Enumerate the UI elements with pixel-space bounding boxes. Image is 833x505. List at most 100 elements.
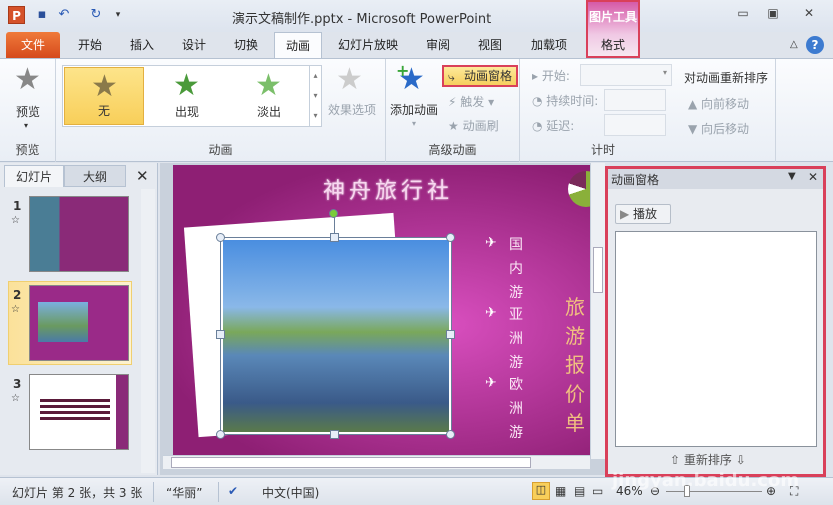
duration-text: 持续时间: bbox=[546, 94, 599, 108]
resize-handle[interactable] bbox=[216, 233, 225, 242]
animation-label: 出现 bbox=[174, 105, 199, 119]
tab-design[interactable]: 设计 bbox=[174, 32, 214, 58]
ribbon-tabs: 文件 开始 插入 设计 切换 动画 幻灯片放映 审阅 视图 加载项 格式 △ ? bbox=[0, 32, 833, 58]
move-down-icon[interactable]: ⇩ bbox=[732, 453, 746, 467]
undo-icon[interactable]: ↶ bbox=[56, 7, 72, 23]
preview-icon: ★ bbox=[14, 62, 41, 97]
move-later-label: 向后移动 bbox=[701, 122, 750, 136]
preview-button[interactable]: 预览 bbox=[16, 103, 40, 120]
animation-appear[interactable]: ★ 出现 bbox=[147, 67, 227, 125]
bullet-text: 国内游 bbox=[509, 237, 523, 301]
close-button[interactable]: ✕ bbox=[796, 6, 822, 24]
group-label: 动画 bbox=[208, 143, 233, 157]
gallery-scroll[interactable]: ▴ ▾ ▾ bbox=[309, 66, 321, 126]
tab-outline[interactable]: 大纲 bbox=[64, 165, 126, 187]
play-button[interactable]: ▶ 播放 bbox=[615, 204, 671, 224]
group-animation: ★ 无 ★ 出现 ★ 淡出 ▴ ▾ ▾ ★ 效果选项 动画 bbox=[56, 59, 386, 162]
resize-handle[interactable] bbox=[330, 233, 339, 242]
tab-insert[interactable]: 插入 bbox=[122, 32, 162, 58]
slide-number: 3 bbox=[13, 377, 22, 391]
star-icon: ★ bbox=[255, 68, 282, 103]
resize-handle[interactable] bbox=[330, 430, 339, 439]
slide-thumbnail-1[interactable] bbox=[29, 196, 129, 272]
side-title: 旅游报价单 bbox=[565, 295, 585, 435]
tab-file[interactable]: 文件 bbox=[6, 32, 60, 58]
rotate-handle[interactable] bbox=[329, 209, 338, 218]
zoom-slider[interactable] bbox=[666, 491, 762, 492]
tab-format[interactable]: 格式 bbox=[592, 32, 634, 58]
horizontal-scrollbar[interactable] bbox=[163, 455, 590, 469]
pane-menu-icon[interactable]: ▼ bbox=[788, 171, 796, 182]
spell-check-icon[interactable]: ✔ bbox=[228, 484, 238, 498]
move-earlier-button[interactable]: ▲ 向前移动 bbox=[688, 95, 749, 112]
resize-handle[interactable] bbox=[446, 330, 455, 339]
customize-qat-icon[interactable]: ▾ bbox=[110, 7, 126, 23]
delay-text: 延迟: bbox=[546, 119, 575, 133]
title-bar: P ▪ ↶ ↻ ▾ 演示文稿制作.pptx - Microsoft PowerP… bbox=[0, 0, 833, 32]
close-pane-icon[interactable]: ✕ bbox=[808, 170, 818, 184]
tab-view[interactable]: 视图 bbox=[470, 32, 510, 58]
resize-handle[interactable] bbox=[216, 430, 225, 439]
app-icon: P bbox=[8, 6, 25, 24]
language[interactable]: 中文(中国) bbox=[262, 484, 319, 501]
duration-input[interactable] bbox=[604, 89, 666, 111]
add-animation-button[interactable]: 添加动画 bbox=[390, 101, 438, 118]
tab-home[interactable]: 开始 bbox=[70, 32, 110, 58]
slideshow-icon[interactable]: ▭ bbox=[592, 484, 603, 498]
start-select[interactable]: ▾ bbox=[580, 64, 672, 86]
chevron-down-icon[interactable]: ▾ bbox=[412, 119, 416, 128]
play-icon: ▶ bbox=[620, 207, 634, 221]
minimize-button[interactable]: ▭ bbox=[730, 6, 756, 24]
group-preview: ★ 预览 ▾ 预览 bbox=[0, 59, 56, 162]
maximize-button[interactable]: ▣ bbox=[760, 6, 786, 24]
animation-none[interactable]: ★ 无 bbox=[64, 67, 144, 125]
move-later-button[interactable]: ▼ 向后移动 bbox=[688, 120, 749, 137]
redo-icon[interactable]: ↻ bbox=[88, 7, 104, 23]
collapse-ribbon-icon[interactable]: △ bbox=[790, 39, 798, 50]
close-panel-icon[interactable]: ✕ bbox=[136, 167, 149, 185]
plus-icon: + bbox=[396, 61, 410, 80]
animation-painter-button[interactable]: ★ 动画刷 bbox=[448, 117, 499, 134]
reorder-label: 重新排序 bbox=[683, 453, 732, 467]
window-title: 演示文稿制作.pptx - Microsoft PowerPoint bbox=[232, 12, 492, 27]
bullet-text: 亚洲游 bbox=[509, 307, 523, 371]
effect-options-button[interactable]: 效果选项 bbox=[328, 101, 376, 118]
normal-view-icon[interactable]: ◫ bbox=[532, 482, 550, 500]
context-group-label: 图片工具 bbox=[588, 10, 637, 24]
tab-transitions[interactable]: 切换 bbox=[226, 32, 266, 58]
trigger-button[interactable]: ⚡ 触发 ▾ bbox=[448, 93, 494, 110]
resize-handle[interactable] bbox=[446, 430, 455, 439]
resize-handle[interactable] bbox=[446, 233, 455, 242]
chevron-down-icon[interactable]: ▾ bbox=[24, 121, 28, 130]
tab-review[interactable]: 审阅 bbox=[418, 32, 458, 58]
reading-view-icon[interactable]: ▤ bbox=[574, 484, 585, 498]
slide-number: 2 bbox=[13, 288, 22, 302]
plane-icon: ✈ bbox=[485, 375, 497, 391]
tab-slideshow[interactable]: 幻灯片放映 bbox=[332, 32, 404, 58]
help-icon[interactable]: ? bbox=[806, 36, 824, 54]
duration-label: ◔ 持续时间: bbox=[532, 94, 599, 108]
slide-canvas: 神舟旅行社 ✈ ✈ ✈ 国内游 亚洲游 欧洲游 旅游报价单 bbox=[173, 165, 604, 455]
reorder-control[interactable]: ⇧ 重新排序 ⇩ bbox=[670, 451, 746, 468]
resize-handle[interactable] bbox=[216, 330, 225, 339]
animation-star-icon: ☆ bbox=[11, 304, 20, 315]
delay-label: ◔ 延迟: bbox=[532, 119, 575, 133]
animation-list[interactable] bbox=[615, 231, 817, 447]
painter-label: 动画刷 bbox=[462, 119, 499, 133]
vertical-scrollbar[interactable] bbox=[590, 163, 605, 459]
tab-animations[interactable]: 动画 bbox=[274, 32, 322, 58]
animation-label: 无 bbox=[97, 104, 110, 118]
slide-thumbnail-3[interactable] bbox=[29, 374, 129, 450]
landscape-picture[interactable] bbox=[220, 237, 452, 435]
delay-input[interactable] bbox=[604, 114, 666, 136]
move-up-icon[interactable]: ⇧ bbox=[670, 453, 684, 467]
tab-addins[interactable]: 加载项 bbox=[524, 32, 574, 58]
slide-sorter-icon[interactable]: ▦ bbox=[555, 484, 566, 498]
save-icon[interactable]: ▪ bbox=[34, 7, 50, 23]
slide-thumbnail-2[interactable] bbox=[29, 285, 129, 361]
animation-pane-button[interactable]: ⤷ 动画窗格 bbox=[442, 65, 518, 87]
plane-icon: ✈ bbox=[485, 305, 497, 321]
animation-fade[interactable]: ★ 淡出 bbox=[229, 67, 309, 125]
panel-scrollbar[interactable] bbox=[141, 189, 155, 473]
tab-slides[interactable]: 幻灯片 bbox=[4, 165, 64, 187]
